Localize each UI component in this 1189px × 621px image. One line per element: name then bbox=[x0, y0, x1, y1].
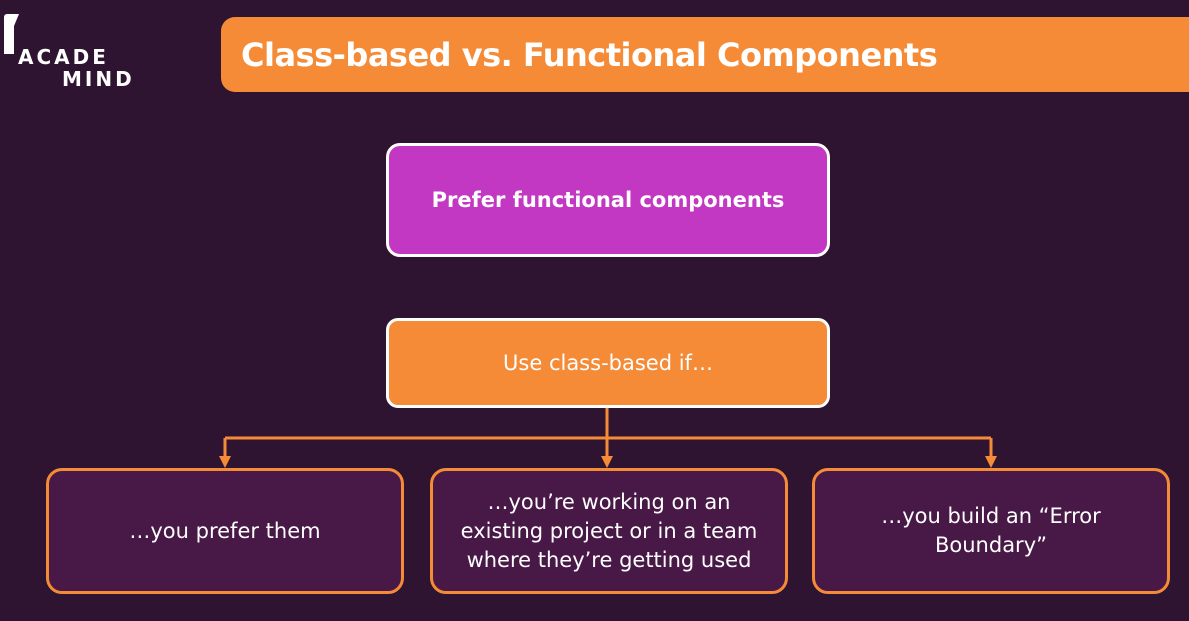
reason-existing-project: …you’re working on an existing project o… bbox=[430, 468, 788, 594]
arrowhead-center-icon bbox=[601, 456, 613, 468]
arrowhead-right-icon bbox=[985, 456, 997, 468]
reason-error-boundary: …you build an “Error Boundary” bbox=[812, 468, 1170, 594]
reason-prefer-them: …you prefer them bbox=[46, 468, 404, 594]
arrowhead-left-icon bbox=[219, 456, 231, 468]
